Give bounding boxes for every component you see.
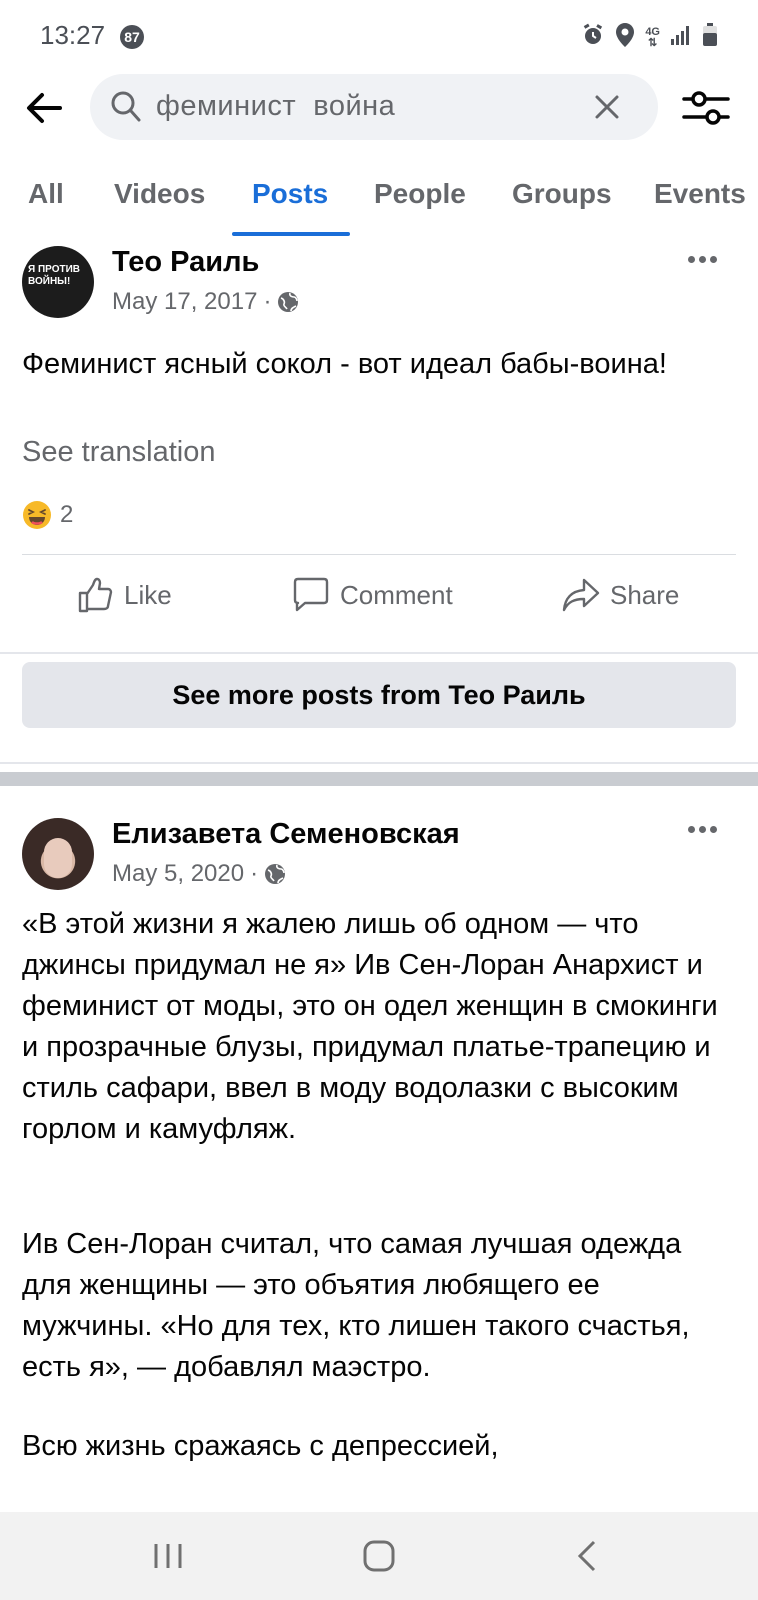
post-more-options-button[interactable] <box>688 820 728 840</box>
share-label: Share <box>610 579 680 610</box>
back-nav-button[interactable] <box>566 1536 610 1576</box>
network-type-label: 4G <box>645 25 660 38</box>
search-header: феминист война <box>0 72 758 144</box>
tab-groups[interactable]: Groups <box>512 178 612 210</box>
comment-button[interactable]: Comment <box>292 576 453 614</box>
comment-label: Comment <box>340 579 453 610</box>
post-meta: May 5, 2020 · <box>112 860 286 888</box>
tab-people[interactable]: People <box>374 178 466 210</box>
more-dots-icon <box>688 820 721 837</box>
signal-icon <box>670 24 692 51</box>
tab-all[interactable]: All <box>28 178 64 210</box>
avatar-face-icon <box>44 838 72 878</box>
reactions-summary[interactable]: 2 <box>22 500 73 530</box>
post-text: Феминист ясный сокол - вот идеал бабы-во… <box>22 348 667 380</box>
search-filter-tabs: All Videos Posts People Groups Events <box>0 170 758 236</box>
globe-icon <box>265 864 286 884</box>
status-time: 13:27 <box>40 20 106 50</box>
tab-posts[interactable]: Posts <box>252 178 328 210</box>
meta-separator: · <box>263 288 272 315</box>
filter-button[interactable] <box>682 86 730 130</box>
see-translation-link[interactable]: See translation <box>22 436 215 469</box>
more-dots-icon <box>688 250 721 267</box>
post-meta: May 17, 2017 · <box>112 288 299 316</box>
search-input[interactable]: феминист война <box>90 74 658 140</box>
divider <box>22 554 736 555</box>
search-query[interactable]: феминист война <box>156 90 395 123</box>
alarm-icon <box>581 23 605 52</box>
share-arrow-icon <box>562 578 600 612</box>
post-author[interactable]: Елизавета Семеновская <box>112 818 460 851</box>
post-text-paragraph: Ив Сен-Лоран считал, что самая лучшая од… <box>22 1228 690 1383</box>
post-author[interactable]: Тео Раиль <box>112 246 259 279</box>
clear-search-button[interactable] <box>592 92 622 122</box>
notification-count-badge: 87 <box>120 25 144 49</box>
post-date[interactable]: May 5, 2020 <box>112 860 244 888</box>
tab-events[interactable]: Events <box>654 178 746 210</box>
home-button[interactable] <box>357 1536 401 1576</box>
back-button[interactable] <box>22 86 66 130</box>
post-actions: Like Comment Share <box>0 566 758 626</box>
see-more-posts-button[interactable]: See more posts from Тео Раиль <box>22 662 736 728</box>
4g-icon: 4G ⇅ <box>645 25 660 49</box>
post-text-paragraph: Всю жизнь сражаясь с депрессией, <box>22 1430 499 1462</box>
meta-separator: · <box>250 860 259 887</box>
avatar[interactable]: Я ПРОТИВ ВОЙНЫ! <box>22 246 94 318</box>
tab-videos[interactable]: Videos <box>114 178 205 210</box>
avatar-text: Я ПРОТИВ ВОЙНЫ! <box>28 264 80 287</box>
battery-icon <box>702 23 718 52</box>
like-button[interactable]: Like <box>76 576 172 614</box>
feed-separator <box>0 772 758 786</box>
recents-button[interactable] <box>146 1536 190 1576</box>
post-date[interactable]: May 17, 2017 <box>112 288 257 316</box>
comment-icon <box>293 577 329 612</box>
back-icon <box>577 1540 596 1572</box>
thumbs-up-icon <box>78 577 113 613</box>
avatar[interactable] <box>22 818 94 890</box>
status-bar: 13:27 87 4G ⇅ <box>0 0 758 72</box>
close-icon <box>595 95 619 119</box>
divider <box>0 762 758 764</box>
post-card: Елизавета Семеновская May 5, 2020 · «В э… <box>0 806 758 1512</box>
post-text-paragraph: «В этой жизни я жалею лишь об одном — чт… <box>22 908 718 1145</box>
divider <box>0 652 758 654</box>
system-navigation-bar <box>0 1512 758 1600</box>
globe-icon <box>278 292 299 312</box>
recents-icon <box>154 1544 182 1568</box>
reaction-count: 2 <box>60 501 74 528</box>
post-more-options-button[interactable] <box>688 250 728 270</box>
share-button[interactable]: Share <box>562 576 679 614</box>
location-icon <box>615 22 635 53</box>
home-icon <box>363 1540 395 1572</box>
post-card: Я ПРОТИВ ВОЙНЫ! Тео Раиль May 17, 2017 ·… <box>0 236 758 768</box>
arrow-left-icon <box>27 93 62 123</box>
filter-sliders-icon <box>682 91 730 125</box>
status-icons: 4G ⇅ <box>581 22 718 53</box>
like-label: Like <box>124 579 172 610</box>
haha-emoji-icon <box>23 501 51 529</box>
search-icon <box>110 90 142 129</box>
